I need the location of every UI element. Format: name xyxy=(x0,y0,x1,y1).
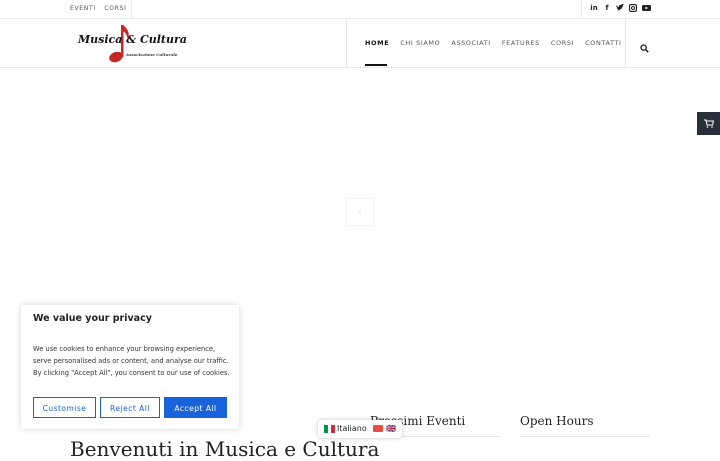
divider xyxy=(131,0,132,18)
search-icon[interactable] xyxy=(640,38,650,53)
secondary-language: 🇬🇧 xyxy=(386,424,396,433)
nav-item-chi-siamo[interactable]: CHI SIAMO xyxy=(400,39,440,47)
cookie-title: We value your privacy xyxy=(33,313,152,324)
welcome-title: Benvenuti in Musica e Cultura xyxy=(70,437,380,461)
instagram-icon[interactable] xyxy=(628,3,638,13)
site-header: Musica & Cultura Associazione Culturale … xyxy=(0,19,720,68)
active-nav-indicator xyxy=(365,64,387,66)
reject-all-button[interactable]: Reject All xyxy=(100,397,160,418)
customise-button[interactable]: Customise xyxy=(33,397,96,418)
divider xyxy=(625,19,626,67)
language-switcher[interactable]: Italiano 🇬🇧 xyxy=(318,420,402,438)
hours-section-title: Open Hours xyxy=(520,414,594,428)
italy-flag-icon xyxy=(324,425,336,433)
top-nav: EVENTI CORSI xyxy=(70,5,133,12)
nav-item-contatti[interactable]: CONTATTI xyxy=(585,39,621,47)
twitter-icon[interactable] xyxy=(616,3,624,12)
facebook-icon[interactable]: f xyxy=(603,4,611,12)
nav-item-associati[interactable]: ASSOCIATI xyxy=(451,39,491,47)
linkedin-icon[interactable]: in xyxy=(590,4,598,12)
flag-badge-icon xyxy=(373,425,383,432)
language-label: Italiano xyxy=(337,424,367,433)
main-nav: HOME CHI SIAMO ASSOCIATI FEATURES CORSI … xyxy=(365,39,633,47)
site-logo[interactable]: Musica & Cultura Associazione Culturale xyxy=(76,23,187,65)
cart-button[interactable] xyxy=(697,112,720,135)
top-link-eventi[interactable]: EVENTI xyxy=(70,5,96,12)
slider-prev-button[interactable]: ‹ xyxy=(346,198,374,226)
accept-all-button[interactable]: Accept All xyxy=(164,397,227,418)
top-link-corsi[interactable]: CORSI xyxy=(104,5,126,12)
nav-item-corsi[interactable]: CORSI xyxy=(551,39,574,47)
divider xyxy=(581,0,582,18)
chevron-left-icon: ‹ xyxy=(357,205,363,219)
logo-title: Musica & Cultura xyxy=(78,33,187,46)
cart-icon xyxy=(704,119,714,128)
cookie-consent-banner: We value your privacy We use cookies to … xyxy=(21,305,239,429)
top-bar: EVENTI CORSI in f xyxy=(0,0,720,19)
nav-item-home[interactable]: HOME xyxy=(365,39,389,47)
youtube-icon[interactable] xyxy=(642,4,651,12)
cookie-body: We use cookies to enhance your browsing … xyxy=(33,345,230,377)
divider xyxy=(346,19,347,67)
social-links: in f xyxy=(590,3,651,13)
nav-item-features[interactable]: FEATURES xyxy=(502,39,540,47)
divider xyxy=(520,436,650,437)
logo-subtitle: Associazione Culturale xyxy=(126,52,178,57)
